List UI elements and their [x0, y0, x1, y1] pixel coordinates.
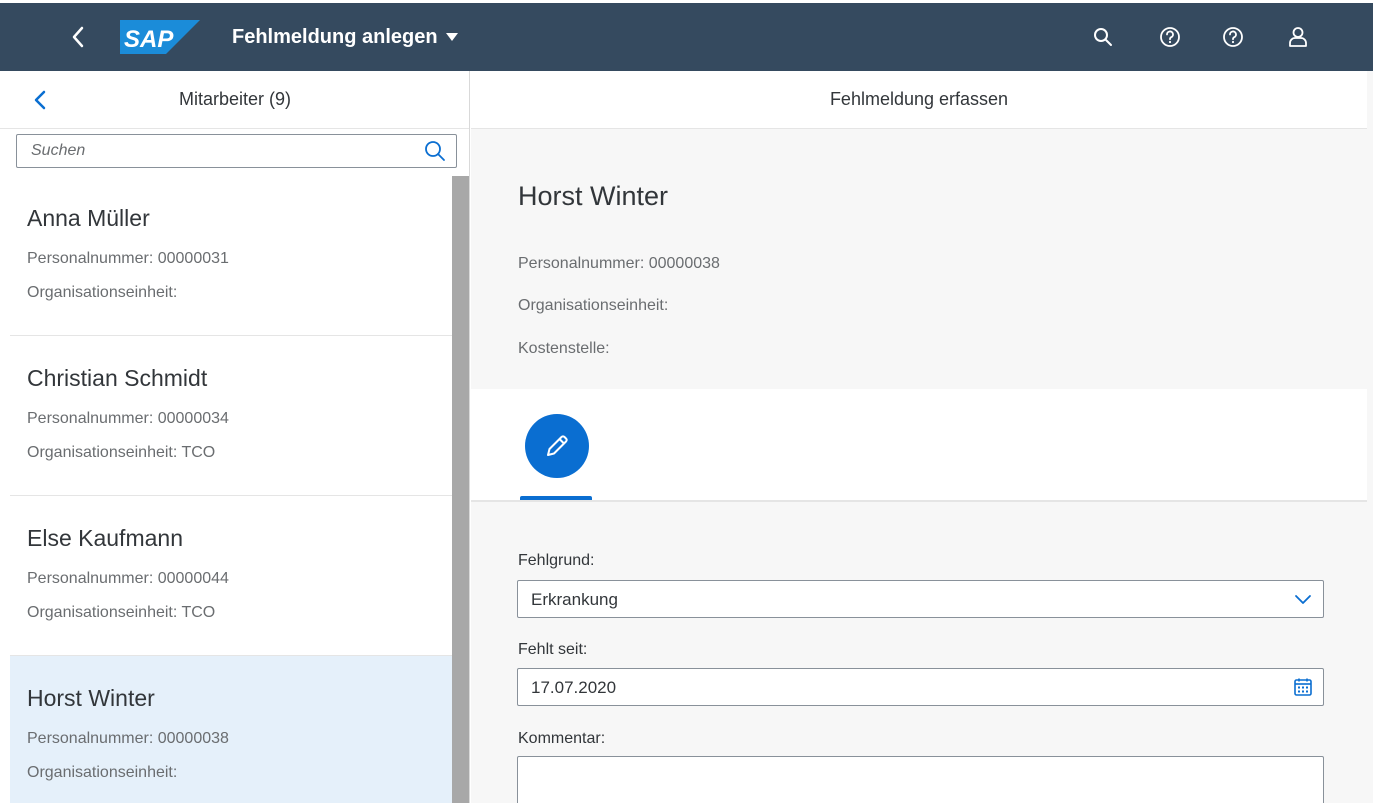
- search-icon[interactable]: [424, 140, 446, 162]
- master-title: Mitarbeiter (9): [178, 89, 292, 109]
- tab-edit-circle: [525, 414, 589, 478]
- employee-orgeinheit: Organisationseinheit: TCO: [27, 444, 216, 461]
- object-orgeinheit: Organisationseinheit:: [518, 297, 669, 314]
- back-button[interactable]: [58, 3, 98, 71]
- help-button[interactable]: [1150, 3, 1190, 71]
- object-kostenstelle: Kostenstelle:: [518, 340, 610, 357]
- employee-name: Else Kaufmann: [27, 525, 183, 551]
- object-header: Horst Winter Personalnummer: 00000038 Or…: [471, 129, 1367, 389]
- employee-orgeinheit: Organisationseinheit: TCO: [27, 604, 216, 621]
- search-input[interactable]: [17, 135, 417, 167]
- kommentar-label: Kommentar:: [518, 730, 606, 747]
- employee-personalnummer: Personalnummer: 00000044: [27, 570, 229, 587]
- calendar-icon[interactable]: [1293, 677, 1313, 697]
- fehlt-seit-datepicker[interactable]: 17.07.2020: [517, 668, 1324, 706]
- employee-personalnummer: Personalnummer: 00000031: [27, 250, 229, 267]
- fehlt-seit-value: 17.07.2020: [531, 678, 617, 697]
- object-personalnummer: Personalnummer: 00000038: [518, 255, 720, 272]
- employee-orgeinheit: Organisationseinheit:: [27, 764, 178, 781]
- app-title: Fehlmeldung anlegen: [232, 25, 438, 48]
- detail-scrollbar[interactable]: [1367, 71, 1373, 803]
- master-back-button[interactable]: [28, 87, 52, 113]
- user-button[interactable]: [1278, 3, 1318, 71]
- user-icon: [1289, 27, 1307, 47]
- tab-selected-indicator: [520, 496, 592, 500]
- icon-tab-bar: [471, 389, 1367, 502]
- master-header: Mitarbeiter (9): [0, 71, 469, 129]
- employee-orgeinheit: Organisationseinheit:: [27, 284, 178, 301]
- fehlgrund-label: Fehlgrund:: [518, 552, 595, 569]
- list-item[interactable]: Anna Müller Personalnummer: 00000031 Org…: [10, 176, 452, 336]
- help-button-2[interactable]: [1213, 3, 1253, 71]
- fehlt-seit-label: Fehlt seit:: [518, 641, 588, 658]
- sap-logo-text: SAP: [124, 26, 174, 53]
- sap-logo[interactable]: SAP: [120, 20, 200, 54]
- search-button[interactable]: [1083, 3, 1123, 71]
- master-pane: Mitarbeiter (9) Anna Müller Personalnumm…: [0, 71, 470, 803]
- employee-list: Anna Müller Personalnummer: 00000031 Org…: [10, 176, 452, 803]
- employee-name: Anna Müller: [27, 205, 150, 231]
- help-icon: [1223, 27, 1243, 47]
- help-icon: [1160, 27, 1180, 47]
- tab-edit[interactable]: [520, 389, 592, 502]
- list-item[interactable]: Christian Schmidt Personalnummer: 000000…: [10, 336, 452, 496]
- employee-personalnummer: Personalnummer: 00000038: [27, 730, 229, 747]
- chevron-left-icon: [34, 90, 46, 110]
- edit-icon: [547, 435, 568, 456]
- object-title: Horst Winter: [518, 181, 669, 211]
- app-title-menu[interactable]: Fehlmeldung anlegen: [232, 3, 458, 71]
- back-icon: [72, 26, 84, 48]
- kommentar-textarea[interactable]: [517, 756, 1324, 803]
- chevron-down-icon[interactable]: [1293, 589, 1313, 609]
- search-field[interactable]: [16, 134, 457, 168]
- fehlgrund-value: Erkrankung: [531, 590, 618, 609]
- detail-header: Fehlmeldung erfassen: [471, 71, 1367, 129]
- list-scrollbar[interactable]: [452, 176, 469, 803]
- employee-name: Horst Winter: [27, 685, 155, 711]
- employee-name: Christian Schmidt: [27, 365, 208, 391]
- shell-bar: SAP Fehlmeldung anlegen: [0, 0, 1373, 71]
- list-item-selected[interactable]: Horst Winter Personalnummer: 00000038 Or…: [10, 656, 452, 803]
- detail-title: Fehlmeldung erfassen: [829, 89, 1009, 109]
- absence-form: Fehlgrund: Erkrankung Fehlt seit: 17.07.…: [471, 502, 1367, 803]
- employee-personalnummer: Personalnummer: 00000034: [27, 410, 229, 427]
- search-icon: [1094, 28, 1112, 46]
- fehlgrund-select[interactable]: Erkrankung: [517, 580, 1324, 618]
- detail-pane: Fehlmeldung erfassen Horst Winter Person…: [471, 71, 1373, 803]
- caret-down-icon: [445, 33, 458, 41]
- list-item[interactable]: Else Kaufmann Personalnummer: 00000044 O…: [10, 496, 452, 656]
